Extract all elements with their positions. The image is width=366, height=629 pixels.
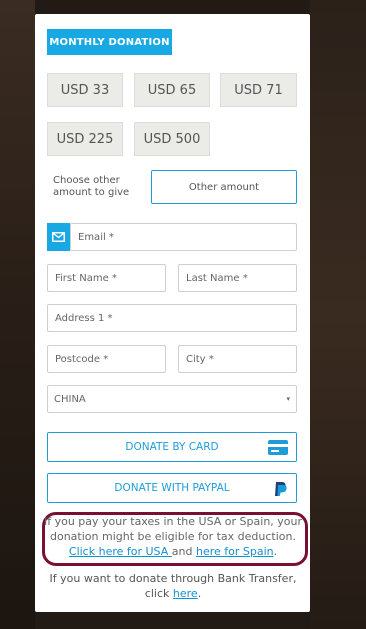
email-icon	[47, 223, 70, 251]
bank-transfer-notice: If you want to donate through Bank Trans…	[41, 571, 305, 601]
credit-card-icon	[268, 440, 288, 458]
city-field[interactable]: City *	[178, 345, 297, 373]
tab-monthly-donation[interactable]: MONTHLY DONATION	[47, 29, 172, 55]
last-name-field[interactable]: Last Name *	[178, 264, 297, 292]
spain-tax-link[interactable]: here for Spain	[196, 545, 274, 558]
donate-card-button[interactable]: DONATE BY CARD	[47, 432, 297, 462]
donate-paypal-button[interactable]: DONATE WITH PAYPAL	[47, 473, 297, 503]
email-field[interactable]: Email *	[70, 223, 297, 251]
country-select[interactable]: CHINA ▾	[47, 385, 297, 413]
donation-card: MONTHLY DONATION USD 33 USD 65 USD 71 US…	[35, 14, 310, 612]
other-amount-label: Choose other amount to give	[53, 175, 130, 198]
tax-and-text: and	[171, 545, 196, 558]
chevron-down-icon: ▾	[286, 395, 290, 403]
usa-tax-link[interactable]: Click here for USA	[69, 545, 172, 558]
bank-end-text: .	[197, 587, 202, 600]
donate-card-label: DONATE BY CARD	[125, 441, 219, 453]
address-field[interactable]: Address 1 *	[47, 304, 297, 332]
background-left	[0, 0, 35, 629]
background-right	[310, 0, 366, 629]
bank-transfer-link[interactable]: here	[173, 587, 198, 600]
country-value: CHINA	[54, 393, 86, 405]
amount-button-225[interactable]: USD 225	[47, 122, 123, 156]
other-amount-input[interactable]: Other amount	[151, 170, 297, 204]
paypal-icon	[272, 481, 288, 500]
tax-notice-text: If you pay your taxes in the USA or Spai…	[43, 515, 303, 543]
amount-button-33[interactable]: USD 33	[47, 73, 123, 107]
amount-button-500[interactable]: USD 500	[134, 122, 210, 156]
tax-deduction-notice: If you pay your taxes in the USA or Spai…	[39, 514, 307, 559]
amount-button-65[interactable]: USD 65	[134, 73, 210, 107]
first-name-field[interactable]: First Name *	[47, 264, 166, 292]
postcode-field[interactable]: Postcode *	[47, 345, 166, 373]
amount-button-71[interactable]: USD 71	[220, 73, 297, 107]
tax-end-text: .	[273, 545, 278, 558]
donate-paypal-label: DONATE WITH PAYPAL	[114, 482, 230, 494]
